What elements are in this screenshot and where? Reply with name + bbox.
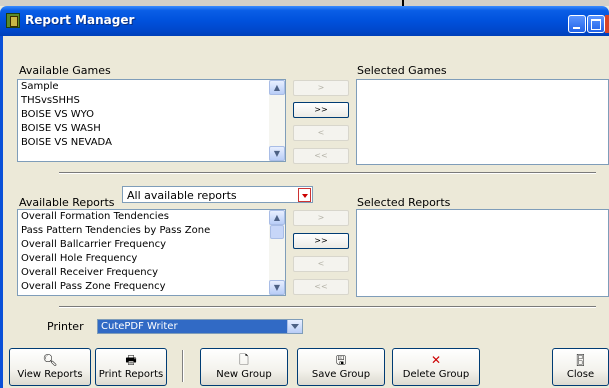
new-group-label: New Group — [216, 369, 272, 380]
save-group-button[interactable]: 🖫 Save Group — [297, 348, 385, 386]
window-frame — [0, 36, 3, 388]
close-button[interactable]: 🚪︎ Close — [552, 348, 609, 386]
list-item[interactable]: BOISE VS NEVADA — [18, 136, 285, 150]
exit-door-icon: 🚪︎ — [572, 353, 589, 367]
maximize-button[interactable] — [587, 15, 605, 33]
minimize-button[interactable] — [568, 15, 586, 33]
chevron-down-icon[interactable] — [287, 320, 302, 333]
scroll-up-icon[interactable]: ▲ — [269, 80, 285, 95]
print-reports-button[interactable]: 🖶 Print Reports — [95, 348, 167, 386]
section-divider — [59, 172, 596, 174]
add-report-button[interactable]: > — [293, 210, 349, 226]
add-all-games-button[interactable]: >> — [293, 102, 349, 118]
remove-all-reports-button[interactable]: << — [293, 279, 349, 295]
title-bar[interactable]: Report Manager — [0, 6, 609, 36]
print-reports-label: Print Reports — [98, 369, 164, 380]
printer-label: Printer — [47, 320, 84, 333]
red-x-icon: ✕ — [430, 353, 442, 367]
list-item[interactable]: Overall Receiver Frequency — [18, 266, 285, 280]
games-list-items: Sample THSvsSHHS BOISE VS WYO BOISE VS W… — [18, 80, 285, 150]
view-reports-label: View Reports — [17, 369, 83, 380]
dropdown-arrow-icon[interactable] — [298, 188, 311, 202]
add-game-button[interactable]: > — [293, 80, 349, 96]
list-item[interactable]: Overall Pass Zone Frequency — [18, 280, 285, 294]
close-window-button[interactable] — [605, 15, 609, 33]
available-games-list[interactable]: Sample THSvsSHHS BOISE VS WYO BOISE VS W… — [17, 79, 286, 162]
available-reports-label: Available Reports — [19, 196, 115, 209]
scroll-up-icon[interactable]: ▲ — [269, 210, 285, 225]
magnifier-page-icon: 🔍︎ — [42, 353, 58, 367]
save-group-label: Save Group — [311, 369, 371, 380]
remove-game-button[interactable]: < — [293, 125, 349, 141]
list-item[interactable]: Overall Ballcarrier Frequency — [18, 238, 285, 252]
window-title: Report Manager — [25, 13, 135, 27]
reports-list-items: Overall Formation Tendencies Pass Patter… — [18, 210, 285, 294]
new-group-button[interactable]: 🗋 New Group — [200, 348, 288, 386]
games-scrollbar[interactable]: ▲ ▼ — [269, 80, 285, 161]
selected-games-list[interactable] — [356, 79, 609, 165]
view-reports-button[interactable]: 🔍︎ View Reports — [9, 348, 91, 386]
selected-reports-label: Selected Reports — [357, 196, 451, 209]
add-all-reports-button[interactable]: >> — [293, 233, 349, 249]
list-item[interactable]: BOISE VS WYO — [18, 108, 285, 122]
section-divider — [59, 306, 596, 308]
remove-report-button[interactable]: < — [293, 256, 349, 272]
available-reports-list[interactable]: Overall Formation Tendencies Pass Patter… — [17, 209, 286, 296]
toolbar-divider — [182, 350, 184, 382]
scroll-down-icon[interactable]: ▼ — [269, 280, 285, 295]
list-item[interactable]: Overall Hole Frequency — [18, 252, 285, 266]
list-item[interactable]: THSvsSHHS — [18, 94, 285, 108]
list-item[interactable]: Overall Formation Tendencies — [18, 210, 285, 224]
list-item[interactable]: Pass Pattern Tendencies by Pass Zone — [18, 224, 285, 238]
scroll-down-icon[interactable]: ▼ — [269, 146, 285, 161]
printer-dropdown[interactable]: CutePDF Writer — [97, 319, 303, 334]
selected-games-label: Selected Games — [357, 64, 447, 77]
reports-scrollbar[interactable]: ▲ ▼ — [269, 210, 285, 295]
list-item[interactable]: Sample — [18, 80, 285, 94]
floppy-disk-icon: 🖫 — [335, 353, 347, 367]
app-icon — [6, 13, 20, 28]
printer-value: CutePDF Writer — [101, 321, 178, 332]
blank-page-icon: 🗋 — [239, 353, 249, 367]
remove-all-games-button[interactable]: << — [293, 148, 349, 164]
available-games-label: Available Games — [19, 64, 111, 77]
close-label: Close — [566, 369, 595, 380]
selected-reports-list[interactable] — [356, 209, 609, 297]
printer-icon: 🖶 — [125, 353, 137, 367]
list-item[interactable]: BOISE VS WASH — [18, 122, 285, 136]
report-filter-value: All available reports — [127, 189, 237, 202]
delete-group-button[interactable]: ✕ Delete Group — [392, 348, 480, 386]
delete-group-label: Delete Group — [402, 369, 470, 380]
scroll-thumb[interactable] — [270, 225, 284, 239]
report-filter-dropdown[interactable]: All available reports — [122, 186, 313, 203]
